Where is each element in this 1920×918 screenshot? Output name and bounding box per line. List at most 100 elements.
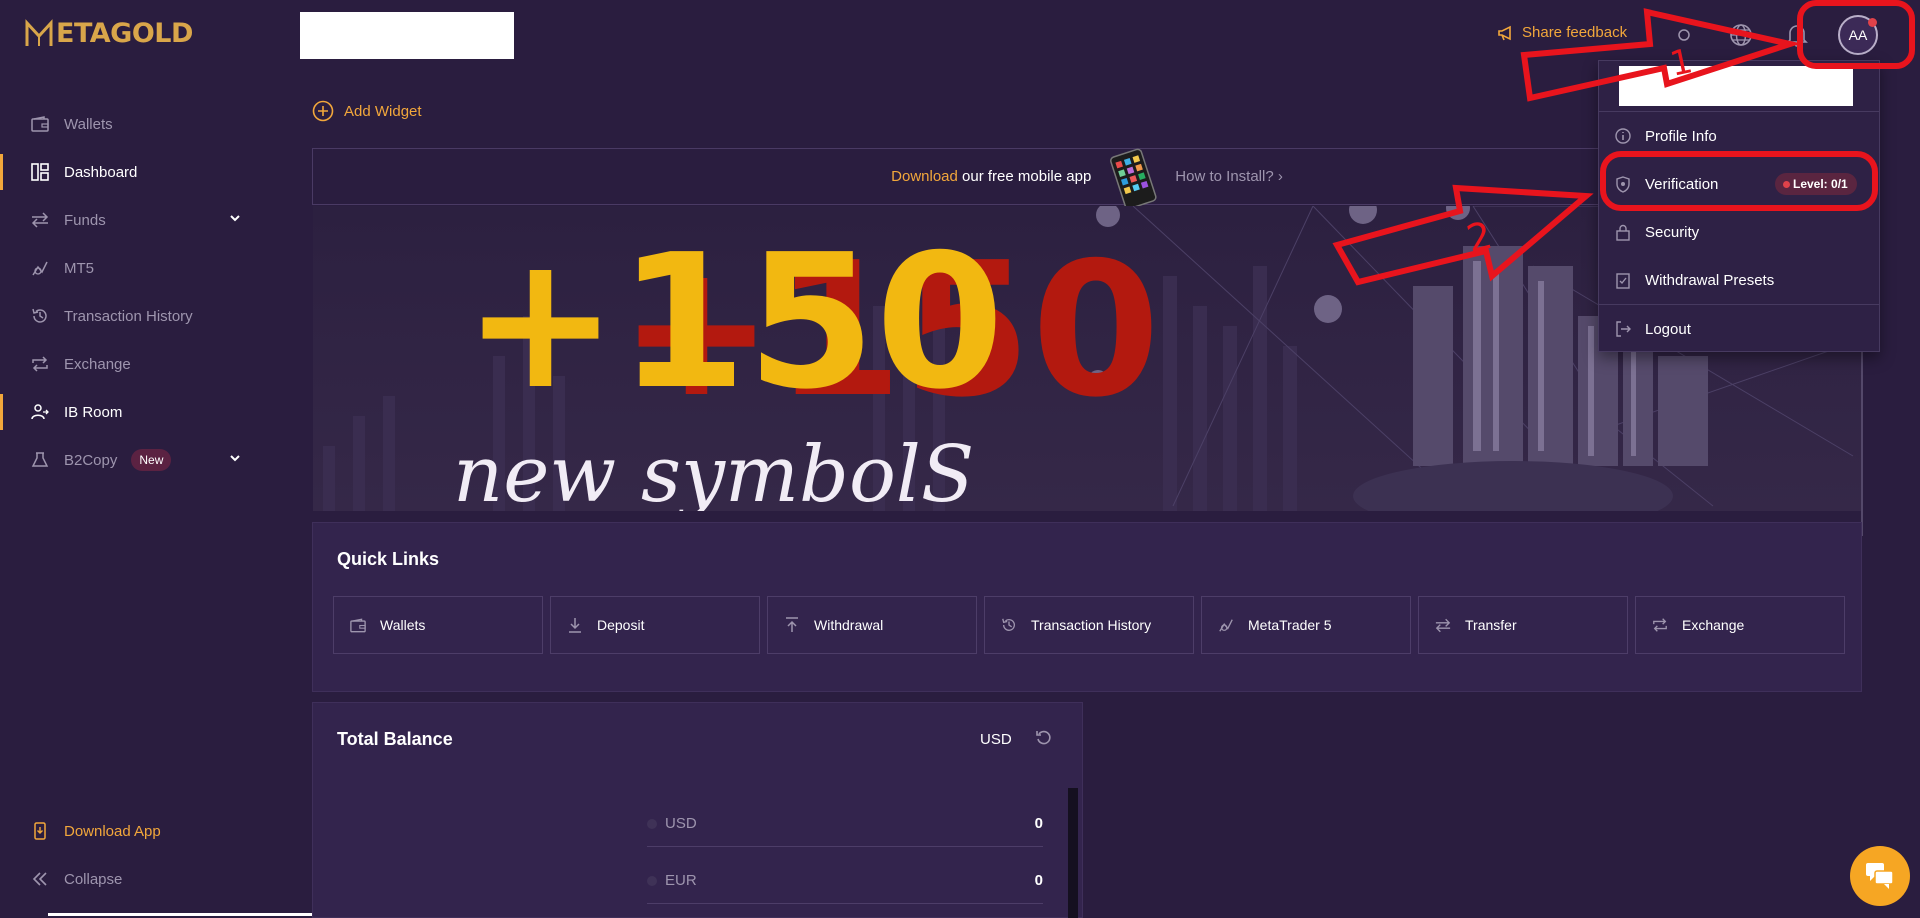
brand-logo[interactable]: ETAGOLD [24, 18, 193, 49]
balance-currency: EUR [665, 872, 697, 889]
quick-link-transaction-history[interactable]: Transaction History [984, 596, 1194, 654]
globe-icon[interactable] [1728, 22, 1754, 48]
megaphone-icon [1498, 25, 1511, 40]
download-app-link[interactable]: Download App [0, 807, 270, 855]
exchange-icon [1653, 618, 1667, 632]
download-link[interactable]: Download [891, 168, 958, 185]
wallet-icon [350, 617, 366, 632]
sidebar-item-transaction-history[interactable]: Transaction History [0, 292, 270, 340]
horizontal-scrollbar[interactable] [48, 913, 336, 916]
refresh-icon[interactable] [1035, 729, 1053, 747]
banner-subline: new symbolS [453, 430, 974, 511]
logout-icon [1616, 321, 1631, 337]
quick-links-card: Quick Links Wallets Deposit Withdrawal T… [312, 522, 1862, 692]
checklist-icon [1616, 272, 1630, 289]
download-icon [569, 618, 581, 633]
menu-item-profile-info[interactable]: Profile Info [1599, 112, 1879, 160]
total-balance-title: Total Balance [337, 729, 453, 749]
menu-item-withdrawal-presets[interactable]: Withdrawal Presets [1599, 256, 1879, 304]
collapse-label: Collapse [64, 870, 123, 888]
sidebar-item-wallets[interactable]: Wallets [0, 100, 270, 148]
exchange-icon [30, 354, 50, 374]
total-balance-card: Total Balance USD USD 0 EUR 0 [312, 702, 1083, 918]
menu-item-label: Verification [1645, 175, 1719, 193]
sidebar: ETAGOLD Wallets Dashboard Funds MT5 Tran… [0, 0, 270, 918]
quick-link-label: Deposit [597, 617, 645, 633]
balance-currency-select[interactable]: USD [980, 731, 1012, 748]
quick-link-withdrawal[interactable]: Withdrawal [767, 596, 977, 654]
ib-room-icon [30, 402, 50, 422]
sidebar-nav: Wallets Dashboard Funds MT5 Transaction … [0, 100, 270, 484]
collapse-button[interactable]: Collapse [0, 855, 270, 903]
theme-toggle-icon[interactable] [1671, 22, 1697, 48]
menu-item-label: Withdrawal Presets [1645, 271, 1775, 289]
avatar-notification-dot [1868, 18, 1877, 27]
sidebar-item-label: Transaction History [64, 307, 193, 325]
balance-row: EUR 0 [647, 858, 1043, 904]
quick-link-metatrader-5[interactable]: MetaTrader 5 [1201, 596, 1411, 654]
quick-link-label: Wallets [380, 617, 426, 633]
plus-circle-icon [312, 100, 334, 122]
quick-link-wallets[interactable]: Wallets [333, 596, 543, 654]
menu-item-label: Security [1645, 223, 1700, 241]
currency-dot [647, 875, 657, 886]
balance-value: 0 [1034, 815, 1043, 832]
menu-item-label: Logout [1645, 320, 1691, 338]
sidebar-bottom: Download App Collapse [0, 807, 270, 903]
currency-dot [647, 818, 657, 829]
sidebar-item-exchange[interactable]: Exchange [0, 340, 270, 388]
transfer-icon [30, 210, 50, 230]
chat-icon [1866, 863, 1894, 889]
quick-links-title: Quick Links [337, 549, 440, 569]
redacted-search-box[interactable] [300, 12, 514, 59]
quick-links-row: Wallets Deposit Withdrawal Transaction H… [333, 596, 1845, 654]
sidebar-item-label: MT5 [64, 259, 94, 277]
menu-item-verification[interactable]: Verification Level: 0/1 [1599, 160, 1879, 208]
bell-icon[interactable] [1784, 22, 1810, 48]
menu-item-security[interactable]: Security [1599, 208, 1879, 256]
add-widget-label: Add Widget [344, 102, 422, 120]
mt5-icon [1219, 619, 1233, 632]
share-feedback-button[interactable]: Share feedback [1497, 24, 1627, 41]
sidebar-item-label: B2Copy [64, 451, 118, 469]
history-icon [1002, 618, 1015, 631]
menu-item-logout[interactable]: Logout [1599, 305, 1879, 353]
quick-link-exchange[interactable]: Exchange [1635, 596, 1845, 654]
download-app-label: Download App [64, 822, 161, 840]
history-icon [30, 306, 50, 326]
sidebar-item-funds[interactable]: Funds [0, 196, 270, 244]
transfer-icon [1435, 618, 1451, 632]
phone-illustration-icon [1110, 148, 1157, 208]
live-chat-button[interactable] [1850, 846, 1910, 906]
quick-link-label: Withdrawal [814, 617, 884, 633]
sidebar-item-dashboard[interactable]: Dashboard [0, 148, 270, 196]
lock-icon [1616, 224, 1630, 241]
quick-link-transfer[interactable]: Transfer [1418, 596, 1628, 654]
quick-link-label: Transfer [1465, 617, 1517, 633]
quick-link-label: Transaction History [1031, 617, 1152, 633]
sidebar-item-b2copy[interactable]: B2Copy New [0, 436, 270, 484]
menu-item-label: Profile Info [1645, 127, 1717, 145]
sidebar-item-label: IB Room [64, 403, 123, 421]
add-widget-button[interactable]: Add Widget [312, 100, 422, 122]
b2copy-icon [30, 450, 50, 470]
quick-link-deposit[interactable]: Deposit [550, 596, 760, 654]
chevron-down-icon[interactable] [228, 451, 242, 465]
balance-currency: USD [665, 815, 697, 832]
chevron-down-icon[interactable] [228, 211, 242, 225]
sidebar-item-ib-room[interactable]: IB Room [0, 388, 270, 436]
sidebar-item-mt5[interactable]: MT5 [0, 244, 270, 292]
balance-value: 0 [1034, 872, 1043, 889]
quick-link-label: MetaTrader 5 [1248, 617, 1332, 633]
banner-headline: +150 [463, 214, 1004, 430]
info-icon [1615, 128, 1631, 144]
sidebar-item-label: Dashboard [64, 163, 138, 181]
quick-link-label: Exchange [1682, 617, 1745, 633]
verification-level-badge: Level: 0/1 [1775, 173, 1857, 195]
sidebar-item-label: Wallets [64, 115, 113, 133]
double-chevron-left-icon [30, 869, 50, 889]
balance-scrollbar[interactable] [1068, 788, 1078, 918]
sidebar-item-label: Funds [64, 211, 106, 229]
how-to-install-link[interactable]: How to Install? › [1175, 168, 1283, 185]
new-badge: New [131, 449, 172, 471]
